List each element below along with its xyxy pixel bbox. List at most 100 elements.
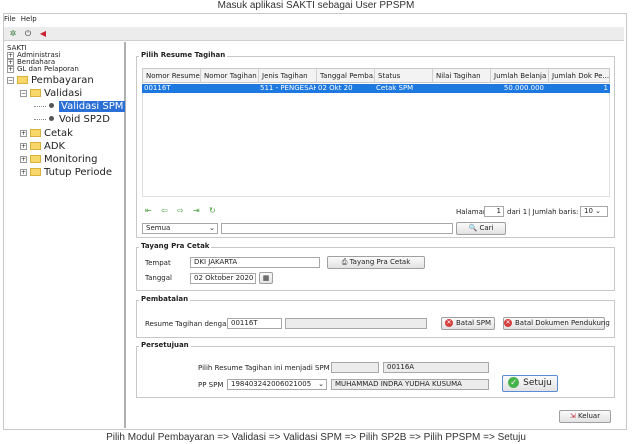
tools-icon[interactable]: ✲ — [8, 29, 18, 39]
table-cell: 02 Okt 20 — [318, 84, 353, 92]
table-cell: Cetak SPM — [376, 84, 414, 92]
calendar-icon[interactable]: ▦ — [259, 272, 273, 284]
filter-select[interactable]: Semua ⌄ — [142, 223, 218, 234]
cancel-icon: ✕ — [504, 319, 512, 327]
tree-item-adk[interactable]: + ADK — [20, 141, 65, 152]
expand-icon[interactable]: + — [20, 168, 27, 176]
search-button[interactable]: 🔍 Cari — [456, 222, 506, 235]
expand-icon[interactable]: + — [20, 129, 27, 137]
folder-icon — [30, 142, 41, 150]
resume-table-header: Nomor Resume... Nomor Tagihan Jenis Tagi… — [142, 68, 610, 83]
keluar-button[interactable]: ⇲ Keluar — [559, 410, 611, 423]
chevron-down-icon: ⌄ — [595, 207, 602, 215]
column-header[interactable]: Nilai Tagihan — [433, 69, 491, 83]
filter-select-value: Semua — [146, 224, 171, 232]
tree-item-pembayaran[interactable]: − Pembayaran — [7, 75, 94, 86]
last-page-icon[interactable]: ⇥ — [193, 207, 205, 215]
top-caption: Masuk aplikasi SAKTI sebagai User PPSPM — [217, 0, 415, 11]
keluar-label: Keluar — [578, 412, 601, 420]
page-spinner[interactable]: 1 — [484, 206, 504, 217]
table-cell: 00116T — [144, 84, 171, 92]
column-header[interactable]: Jumlah Belanja — [491, 69, 549, 83]
menu-help[interactable]: Help — [21, 15, 37, 23]
tanggal-label: Tanggal — [145, 274, 172, 282]
pembatalan-group-title: Pembatalan — [139, 295, 191, 303]
search-input[interactable] — [221, 223, 453, 234]
tree-item-monitoring[interactable]: + Monitoring — [20, 154, 97, 165]
batal-spm-label: Batal SPM — [456, 319, 491, 327]
column-header[interactable]: Jenis Tagihan — [259, 69, 317, 83]
tanggal-input[interactable]: 02 Oktober 2020 — [190, 273, 256, 284]
refresh-icon[interactable]: ↻ — [209, 207, 221, 215]
prev-page-icon[interactable]: ⇦ — [161, 207, 173, 215]
tree-item-gl[interactable]: + GL dan Pelaporan — [7, 65, 79, 73]
tree-item-validasi[interactable]: − Validasi — [20, 88, 82, 99]
resume-group-title: Pilih Resume Tagihan — [139, 51, 228, 59]
expand-icon[interactable]: + — [20, 142, 27, 150]
first-page-icon[interactable]: ⇤ — [145, 207, 157, 215]
cancel-icon: ✕ — [445, 319, 453, 327]
back-icon[interactable]: ◀ — [38, 29, 48, 39]
collapse-icon[interactable]: − — [7, 76, 14, 84]
tayang-button-label: Tayang Pra Cetak — [349, 258, 411, 266]
column-header[interactable]: Tanggal Pemba... — [317, 69, 375, 83]
table-cell: 511 - PENGESAH... — [260, 84, 316, 92]
resume-number-input[interactable]: 00116T — [227, 318, 282, 329]
column-header[interactable]: Status — [375, 69, 433, 83]
folder-icon — [30, 89, 41, 97]
navigation-tree: SAKTI + Administrasi + Bendahara + GL dan P… — [4, 42, 126, 428]
table-row[interactable]: 00116T 511 - PENGESAH... 02 Okt 20 Cetak… — [142, 84, 610, 93]
tree-item-tutup-periode[interactable]: + Tutup Periode — [20, 167, 112, 178]
pagination-nav: ⇤ ⇦ ⇨ ⇥ ↻ — [145, 207, 225, 215]
bullet-icon — [49, 116, 54, 121]
tree-item-label: Tutup Periode — [44, 167, 113, 178]
tayang-group-title: Tayang Pra Cetak — [139, 242, 212, 250]
batal-dokumen-button[interactable]: ✕ Batal Dokumen Pendukung — [503, 317, 610, 330]
rows-label: | Jumlah baris: — [528, 208, 579, 216]
column-header[interactable]: Nomor Tagihan — [201, 69, 259, 83]
power-icon[interactable]: ⏻ — [23, 29, 33, 39]
rows-select[interactable]: 10 ⌄ — [580, 206, 608, 217]
ppspm-label: PP SPM — [198, 381, 224, 389]
collapse-icon[interactable]: − — [20, 89, 27, 97]
setuju-button[interactable]: ✓ Setuju — [502, 375, 558, 392]
ppspm-select[interactable]: 198403242006021005 ⌄ — [227, 379, 327, 390]
tree-item-label: Cetak — [44, 128, 73, 139]
next-page-icon[interactable]: ⇨ — [177, 207, 189, 215]
chevron-down-icon: ⌄ — [209, 224, 215, 232]
column-header[interactable]: Nomor Resume... — [143, 69, 201, 83]
tayang-group — [136, 247, 615, 291]
expand-icon[interactable]: + — [20, 155, 27, 163]
tree-item-label: Void SP2D — [59, 114, 110, 125]
table-cell — [200, 84, 258, 93]
menu-bar: File Help — [4, 15, 42, 25]
tree-item-label: Monitoring — [44, 154, 98, 165]
toolbar: ✲ ⏻ ◀ — [4, 27, 624, 41]
ppspm-name-input: MUHAMMAD INDRA YUDHA KUSUMA — [331, 379, 489, 390]
tree-item-label: Pembayaran — [31, 75, 94, 86]
search-icon: 🔍 — [468, 224, 478, 232]
table-cell: 50.000.000 — [503, 84, 544, 92]
tree-item-label: ADK — [44, 141, 66, 152]
setuju-label: Setuju — [523, 378, 552, 388]
table-body-empty — [142, 93, 610, 197]
tree-item-cetak[interactable]: + Cetak — [20, 128, 73, 139]
folder-icon — [30, 155, 41, 163]
tayang-pra-cetak-button[interactable]: ⎙ Tayang Pra Cetak — [327, 256, 425, 269]
search-button-label: Cari — [479, 224, 494, 232]
batal-dokumen-label: Batal Dokumen Pendukung — [515, 319, 610, 327]
column-header[interactable]: Jumlah Dok Pe... — [549, 69, 611, 83]
folder-icon — [17, 76, 28, 84]
bottom-caption: Pilih Modul Pembayaran => Validasi => Va… — [106, 432, 526, 443]
persetujuan-group-title: Persetujuan — [139, 341, 191, 349]
rows-select-value: 10 — [584, 207, 593, 215]
folder-icon — [30, 129, 41, 137]
batal-spm-button[interactable]: ✕ Batal SPM — [441, 317, 495, 330]
tree-item-void-sp2d[interactable]: Void SP2D — [34, 114, 110, 125]
tempat-input[interactable]: DKI JAKARTA — [190, 257, 320, 268]
menu-file[interactable]: File — [4, 15, 16, 23]
check-icon: ✓ — [508, 377, 520, 388]
table-cell: 1 — [603, 84, 608, 92]
expand-icon[interactable]: + — [7, 65, 14, 73]
tree-item-validasi-spm[interactable]: Validasi SPM — [34, 101, 126, 112]
